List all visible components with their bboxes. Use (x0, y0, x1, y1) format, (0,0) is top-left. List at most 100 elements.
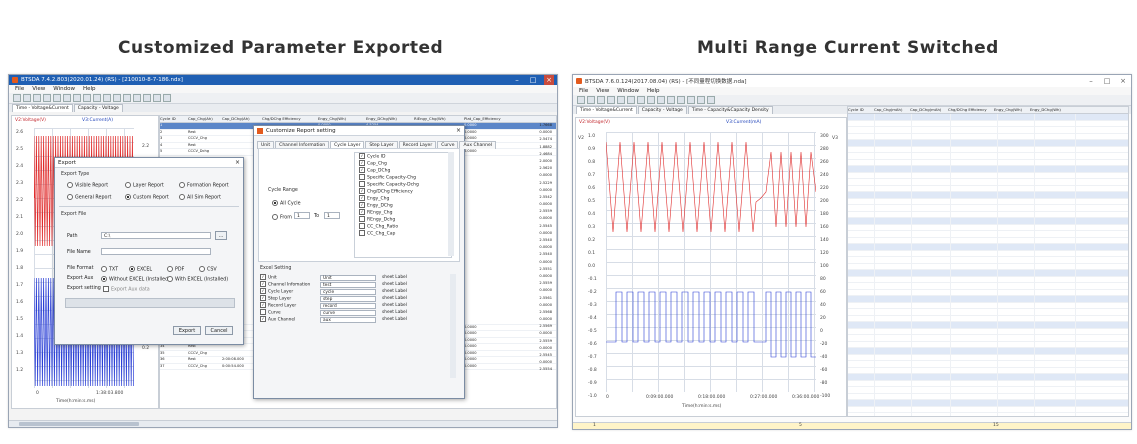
tab-time-capacity[interactable]: Time - Capacity&Capacity Density (687, 106, 773, 114)
from-input[interactable]: 1 (294, 212, 310, 219)
menu-window[interactable]: Window (53, 86, 75, 92)
excel-row-checkbox[interactable]: ✓ Channel Infomation (260, 281, 320, 288)
radio-layer-report[interactable]: Layer Report (125, 182, 164, 189)
path-input[interactable]: C:\ (101, 232, 211, 239)
excel-row-checkbox[interactable]: ✓ Cycle Layer (260, 288, 320, 295)
toolbar-button[interactable] (657, 96, 665, 104)
toolbar-button[interactable] (123, 94, 131, 102)
excel-row-value[interactable]: step (320, 295, 376, 302)
menu-window[interactable]: Window (617, 88, 639, 94)
param-checkbox[interactable]: ✓ Cycle ID (359, 153, 451, 160)
excel-row-checkbox[interactable]: ✓ Aux Channel (260, 316, 320, 323)
tab-time-voltage[interactable]: Time - Voltage&Current (12, 104, 73, 112)
excel-row-value[interactable]: test (320, 281, 376, 288)
toolbar-button[interactable] (143, 94, 151, 102)
param-checkbox[interactable]: Specific Capacity-Dchg (359, 181, 451, 188)
maximize-icon[interactable]: □ (528, 75, 538, 85)
tab-capacity-voltage[interactable]: Capacity - Voltage (73, 104, 123, 112)
radio-txt[interactable]: TXT (101, 266, 118, 273)
menu-help[interactable]: Help (647, 88, 660, 94)
toolbar-button[interactable] (597, 96, 605, 104)
excel-row-checkbox[interactable]: ✓ Unit (260, 274, 320, 281)
export-aux-data-checkbox[interactable]: Export Aux data (103, 286, 150, 293)
file-name-input[interactable] (101, 248, 211, 255)
toolbar-button[interactable] (163, 94, 171, 102)
excel-row-value[interactable]: Unit (320, 274, 376, 281)
tab-time-voltage[interactable]: Time - Voltage&Current (576, 106, 637, 114)
maximize-icon[interactable]: □ (1102, 76, 1112, 86)
param-checkbox[interactable]: Specific Capacity-Chg (359, 174, 451, 181)
toolbar-button[interactable] (13, 94, 21, 102)
close-icon[interactable]: × (456, 127, 461, 134)
tab-capacity-voltage[interactable]: Capacity - Voltage (637, 106, 687, 114)
param-checkbox[interactable]: ✓ Cap_DChg (359, 167, 451, 174)
toolbar-button[interactable] (637, 96, 645, 104)
radio-visible-report[interactable]: Visible Report (67, 182, 108, 189)
close-icon[interactable]: × (235, 159, 240, 166)
toolbar-button[interactable] (93, 94, 101, 102)
toolbar-button[interactable] (677, 96, 685, 104)
toolbar-button[interactable] (617, 96, 625, 104)
to-input[interactable]: 1 (324, 212, 340, 219)
toolbar-button[interactable] (667, 96, 675, 104)
close-icon[interactable]: × (1118, 76, 1128, 86)
excel-row-value[interactable]: record (320, 302, 376, 309)
param-checkbox[interactable]: REngy_Dchg (359, 216, 451, 223)
param-checkbox[interactable]: ✓ Engy_Chg (359, 195, 451, 202)
close-icon[interactable]: × (544, 75, 554, 85)
toolbar-button[interactable] (53, 94, 61, 102)
right-hscroll[interactable]: 1 5 15 (573, 422, 1131, 429)
radio-with-excel[interactable]: With EXCEL (Installed) (167, 276, 228, 283)
toolbar-button[interactable] (33, 94, 41, 102)
excel-row-checkbox[interactable]: ✓ Record Layer (260, 302, 320, 309)
param-checkbox[interactable]: ✓ Engy_DChg (359, 202, 451, 209)
excel-row-value[interactable]: cycle (320, 288, 376, 295)
toolbar-button[interactable] (133, 94, 141, 102)
cancel-button[interactable]: Cancel (205, 326, 233, 335)
minimize-icon[interactable]: – (1086, 76, 1096, 86)
param-scrollbar[interactable] (448, 152, 454, 256)
toolbar-button[interactable] (83, 94, 91, 102)
toolbar-button[interactable] (63, 94, 71, 102)
browse-button[interactable]: ... (215, 231, 227, 240)
excel-row-value[interactable]: aux (320, 316, 376, 323)
excel-scrollbar[interactable] (450, 274, 456, 378)
toolbar-button[interactable] (73, 94, 81, 102)
radio-pdf[interactable]: PDF (167, 266, 184, 273)
export-button[interactable]: Export (173, 326, 201, 335)
toolbar-button[interactable] (153, 94, 161, 102)
param-checkbox[interactable]: ✓ REngy_Chg (359, 209, 451, 216)
radio-all-cycle[interactable]: All Cycle (272, 200, 301, 207)
param-checkbox[interactable]: ✓ Cap_Chg (359, 160, 451, 167)
toolbar-button[interactable] (577, 96, 585, 104)
toolbar-button[interactable] (587, 96, 595, 104)
radio-general-report[interactable]: General Report (67, 194, 111, 201)
toolbar-button[interactable] (687, 96, 695, 104)
excel-row-checkbox[interactable]: Curve (260, 309, 320, 316)
toolbar-button[interactable] (607, 96, 615, 104)
left-hscroll[interactable] (9, 420, 557, 427)
toolbar-button[interactable] (707, 96, 715, 104)
radio-excel[interactable]: EXCEL (129, 266, 152, 273)
toolbar-button[interactable] (23, 94, 31, 102)
param-checkbox[interactable]: CC_Chg_Ratio (359, 223, 451, 230)
toolbar-button[interactable] (103, 94, 111, 102)
param-checkbox[interactable]: CC_Chg_Cap (359, 230, 451, 237)
table-row[interactable] (848, 413, 1128, 416)
radio-all-sim-report[interactable]: All Sim Report (179, 194, 221, 201)
menu-help[interactable]: Help (83, 86, 96, 92)
radio-without-excel[interactable]: Without EXCEL (Installed) (101, 276, 170, 283)
toolbar-button[interactable] (697, 96, 705, 104)
radio-formation-report[interactable]: Formation Report (179, 182, 229, 189)
radio-csv[interactable]: CSV (199, 266, 217, 273)
menu-file[interactable]: File (15, 86, 24, 92)
excel-row-checkbox[interactable]: ✓ Step Layer (260, 295, 320, 302)
menu-view[interactable]: View (32, 86, 45, 92)
toolbar-button[interactable] (627, 96, 635, 104)
param-checkbox[interactable]: ✓ Chg/DChg Efficiency (359, 188, 451, 195)
tab-aux-channel[interactable]: Aux Channel (459, 141, 496, 149)
menu-view[interactable]: View (596, 88, 609, 94)
minimize-icon[interactable]: – (512, 75, 522, 85)
menu-file[interactable]: File (579, 88, 588, 94)
radio-from[interactable]: From (272, 214, 292, 221)
